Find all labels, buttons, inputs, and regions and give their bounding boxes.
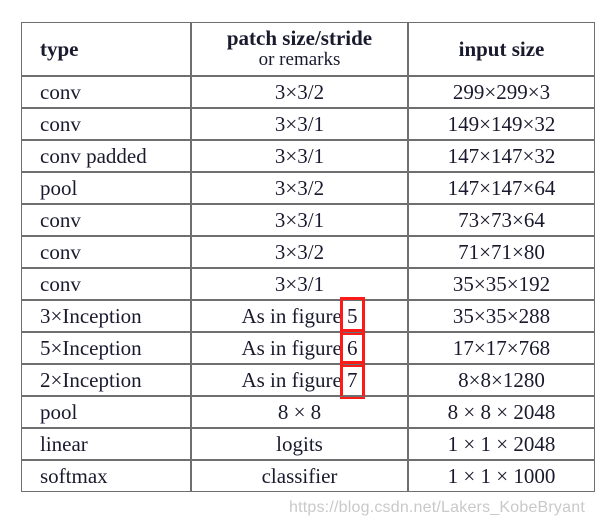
table-row: conv 3×3/2 299×299×3 <box>21 76 595 108</box>
cell-patch-size: 3×3/2 <box>191 236 408 268</box>
cell-layer-type: conv <box>21 76 191 108</box>
table-row: conv 3×3/1 73×73×64 <box>21 204 595 236</box>
table-row: conv 3×3/2 71×71×80 <box>21 236 595 268</box>
cell-patch-size: As in figure 5 <box>191 296 408 335</box>
figure-reference-highlight-box: 7 <box>340 360 364 399</box>
cell-input-size: 147×147×32 <box>408 140 595 172</box>
cell-input-size: 1 × 1 × 1000 <box>408 460 595 492</box>
cell-layer-type: conv padded <box>21 140 191 172</box>
cell-patch-size: As in figure 6 <box>191 328 408 367</box>
table-header: type patch size/stride or remarks input … <box>21 22 595 76</box>
table-row: 3×Inception As in figure 5 35×35×288 <box>21 296 595 335</box>
table-header-row: type patch size/stride or remarks input … <box>21 22 595 76</box>
cell-input-size: 17×17×768 <box>408 332 595 364</box>
patch-remark-text: As in figure <box>241 335 348 360</box>
cell-input-size: 8 × 8 × 2048 <box>408 396 595 428</box>
column-header-patch-size-line2: or remarks <box>258 49 341 71</box>
cell-input-size: 147×147×64 <box>408 172 595 204</box>
cell-layer-type: conv <box>21 236 191 268</box>
cell-layer-type: 3×Inception <box>21 300 191 332</box>
cell-patch-size: 3×3/1 <box>191 204 408 236</box>
table-row: 5×Inception As in figure 6 17×17×768 <box>21 328 595 367</box>
column-header-type: type <box>21 22 191 76</box>
table-row: pool 8 × 88 × 8 × 2048 <box>21 396 595 428</box>
table-row: conv 3×3/1 149×149×32 <box>21 108 595 140</box>
cell-input-size: 1 × 1 × 2048 <box>408 428 595 460</box>
table-row: 2×Inception As in figure 7 8×8×1280 <box>21 360 595 399</box>
watermark-text: https://blog.csdn.net/Lakers_KobeBryant <box>289 499 585 516</box>
cell-layer-type: pool <box>21 396 191 428</box>
cell-patch-size: 8 × 8 <box>191 396 408 428</box>
cell-input-size: 73×73×64 <box>408 204 595 236</box>
cell-patch-size: As in figure 7 <box>191 360 408 399</box>
figure-reference-highlight-box: 6 <box>340 328 364 367</box>
table-body: conv 3×3/2 299×299×3 conv 3×3/1 149×149×32 con… <box>21 76 595 492</box>
column-header-input-size: input size <box>408 22 595 76</box>
architecture-table-container: type patch size/stride or remarks input … <box>21 22 595 506</box>
table-row: conv padded 3×3/1 147×147×32 <box>21 140 595 172</box>
table-row: pool 3×3/2 147×147×64 <box>21 172 595 204</box>
cell-patch-size: 3×3/1 <box>191 268 408 300</box>
cell-patch-size: 3×3/2 <box>191 76 408 108</box>
cell-patch-size: classifier <box>191 460 408 492</box>
cell-input-size: 71×71×80 <box>408 236 595 268</box>
cell-input-size: 35×35×288 <box>408 300 595 332</box>
cell-input-size: 35×35×192 <box>408 268 595 300</box>
column-header-patch-size-line1: patch size/stride <box>226 26 373 51</box>
patch-remark-text: As in figure <box>241 367 348 392</box>
cell-layer-type: conv <box>21 108 191 140</box>
cell-layer-type: softmax <box>21 460 191 492</box>
table-row: softmax classifier 1 × 1 × 1000 <box>21 460 595 492</box>
table-row: linear logits 1 × 1 × 2048 <box>21 428 595 460</box>
cell-patch-size: 3×3/1 <box>191 140 408 172</box>
table-row: conv 3×3/1 35×35×192 <box>21 268 595 300</box>
cell-patch-size: logits <box>191 428 408 460</box>
cell-patch-size: 3×3/2 <box>191 172 408 204</box>
network-architecture-table: type patch size/stride or remarks input … <box>21 22 595 492</box>
column-header-patch-size: patch size/stride or remarks <box>191 22 408 76</box>
cell-layer-type: conv <box>21 268 191 300</box>
cell-patch-size: 3×3/1 <box>191 108 408 140</box>
cell-input-size: 149×149×32 <box>408 108 595 140</box>
cell-input-size: 299×299×3 <box>408 76 595 108</box>
cell-input-size: 8×8×1280 <box>408 364 595 396</box>
cell-layer-type: 2×Inception <box>21 364 191 396</box>
cell-layer-type: linear <box>21 428 191 460</box>
cell-layer-type: pool <box>21 172 191 204</box>
cell-layer-type: 5×Inception <box>21 332 191 364</box>
figure-reference-highlight-box: 5 <box>340 296 364 335</box>
cell-layer-type: conv <box>21 204 191 236</box>
patch-remark-text: As in figure <box>241 303 348 328</box>
